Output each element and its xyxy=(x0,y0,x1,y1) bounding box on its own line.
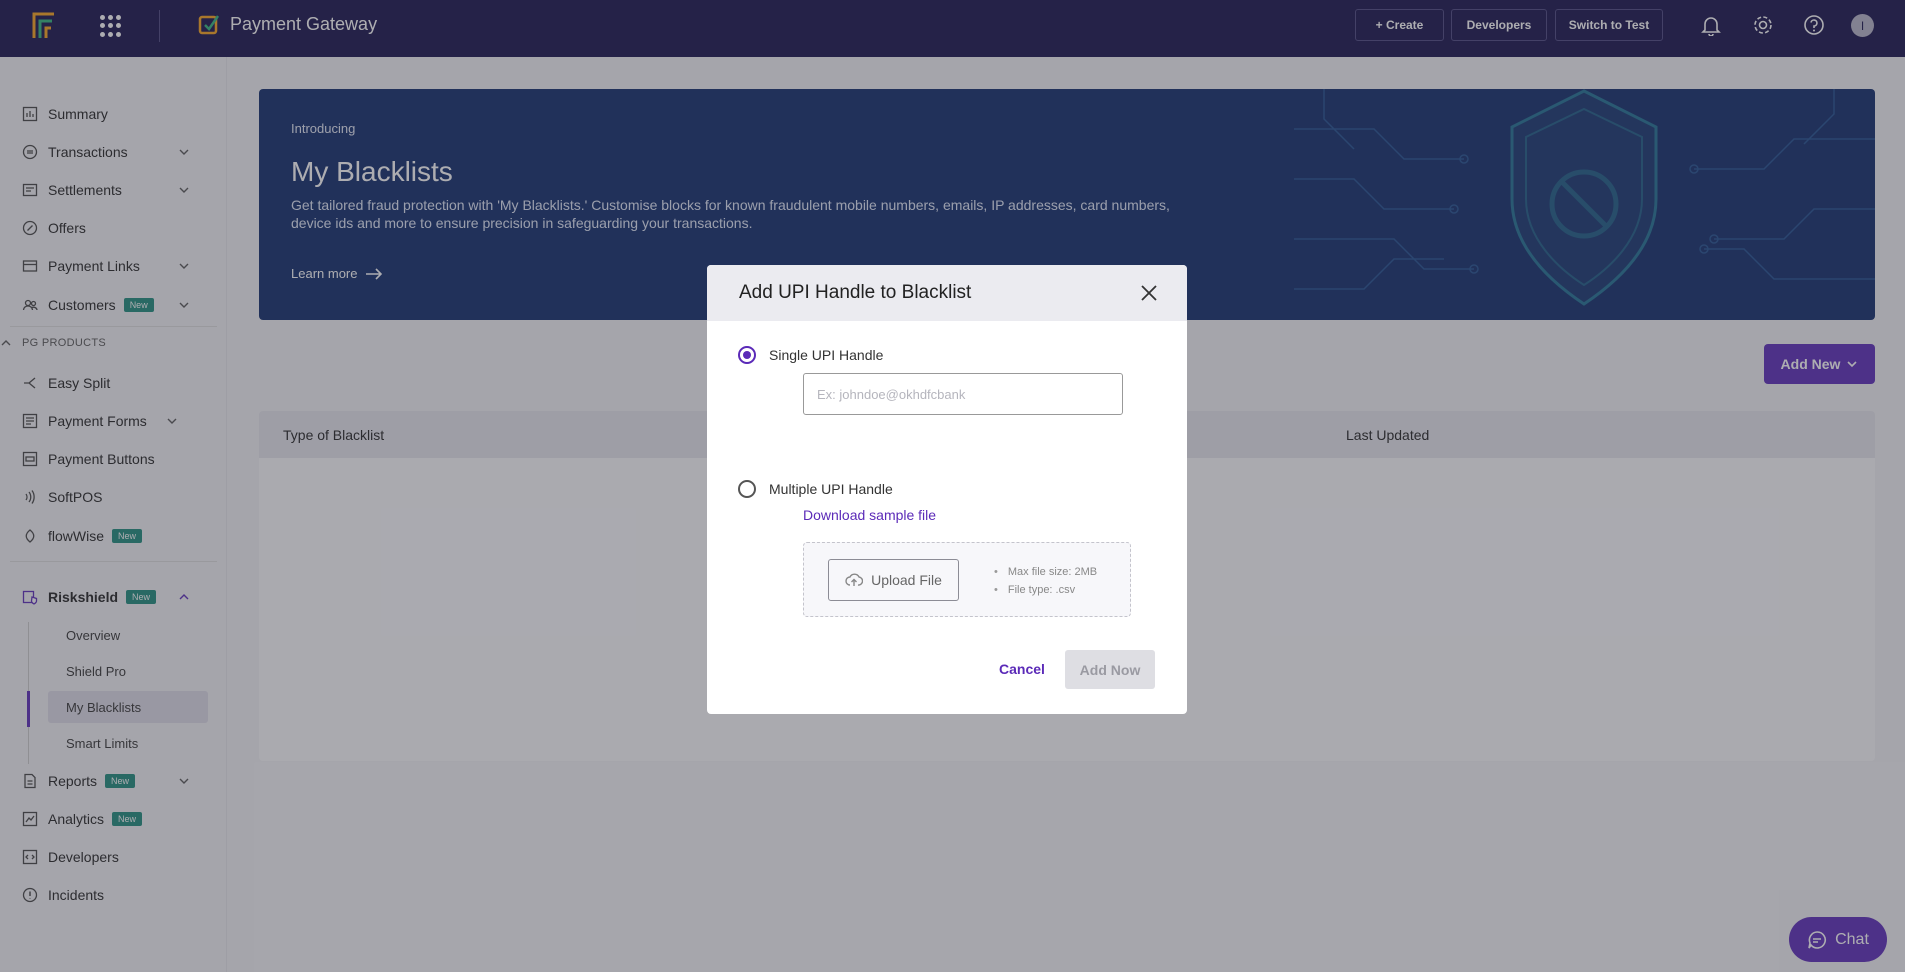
add-now-button[interactable]: Add Now xyxy=(1065,650,1155,689)
cloud-upload-icon xyxy=(845,573,864,586)
modal-title: Add UPI Handle to Blacklist xyxy=(739,282,972,303)
hint-file-size: Max file size: 2MB xyxy=(994,563,1097,581)
single-upi-label[interactable]: Single UPI Handle xyxy=(769,347,883,363)
single-upi-radio[interactable] xyxy=(738,346,756,364)
modal-header: Add UPI Handle to Blacklist xyxy=(707,265,1187,321)
multiple-upi-radio[interactable] xyxy=(738,480,756,498)
cancel-button[interactable]: Cancel xyxy=(999,661,1045,677)
upload-file-button[interactable]: Upload File xyxy=(828,559,959,601)
close-icon[interactable] xyxy=(1139,283,1159,303)
upload-hints: Max file size: 2MB File type: .csv xyxy=(994,563,1097,599)
download-sample-link[interactable]: Download sample file xyxy=(803,507,936,523)
add-upi-handle-modal: Add UPI Handle to Blacklist Single UPI H… xyxy=(707,265,1187,714)
file-dropzone[interactable]: Upload File Max file size: 2MB File type… xyxy=(803,542,1131,617)
upi-handle-input[interactable] xyxy=(803,373,1123,415)
multiple-upi-label[interactable]: Multiple UPI Handle xyxy=(769,481,893,497)
hint-file-type: File type: .csv xyxy=(994,581,1097,599)
upload-file-label: Upload File xyxy=(871,572,942,588)
